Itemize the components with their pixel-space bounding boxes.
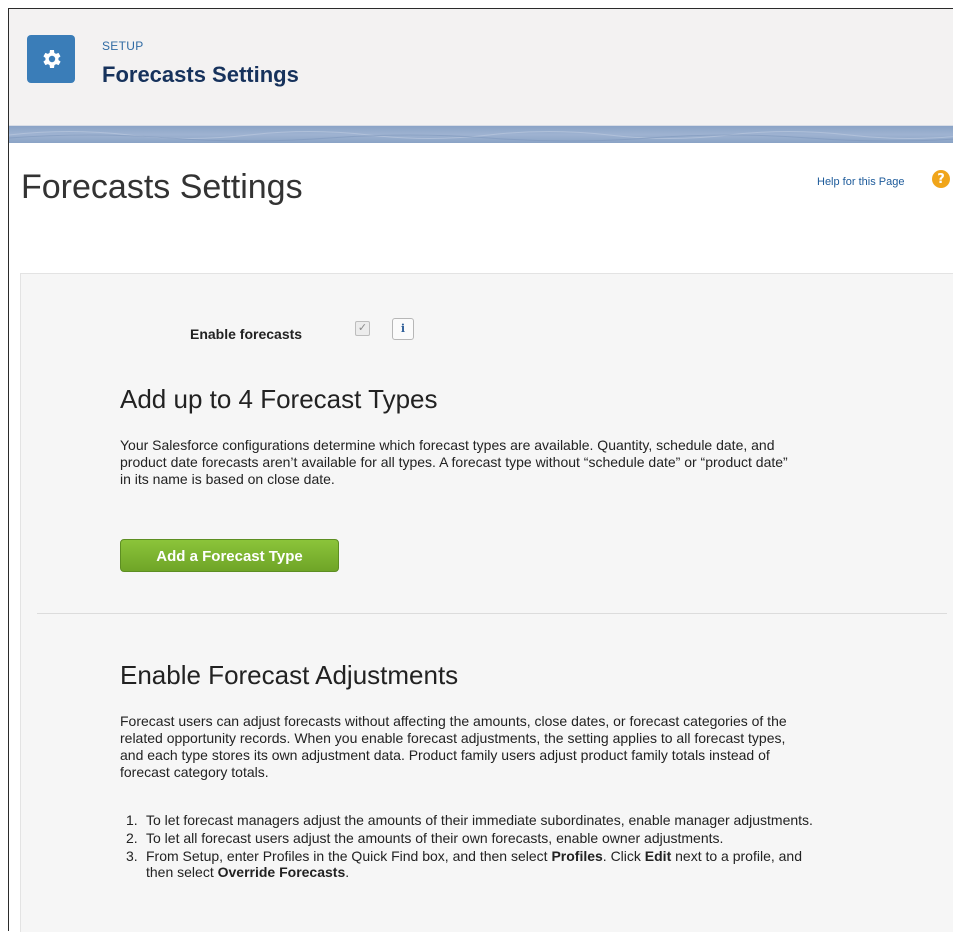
list-item: 1. To let forecast managers adjust the a… bbox=[120, 812, 816, 828]
adjustment-steps-list: 1. To let forecast managers adjust the a… bbox=[120, 812, 816, 882]
adjustments-heading: Enable Forecast Adjustments bbox=[120, 660, 459, 690]
question-icon[interactable]: ? bbox=[932, 170, 950, 188]
add-forecast-type-button[interactable]: Add a Forecast Type bbox=[120, 539, 339, 572]
window-frame-top bbox=[8, 0, 953, 9]
profiles-menu-label: Profiles bbox=[551, 848, 603, 864]
info-icon[interactable]: i bbox=[392, 318, 414, 340]
gear-icon bbox=[27, 35, 75, 83]
step-text-part: . bbox=[345, 864, 350, 880]
forecast-types-heading: Add up to 4 Forecast Types bbox=[120, 384, 438, 414]
step-number: 3. bbox=[126, 848, 138, 864]
step-number: 1. bbox=[126, 812, 138, 828]
setup-title: Forecasts Settings bbox=[102, 62, 299, 87]
setup-eyebrow: SETUP bbox=[102, 39, 144, 53]
step-text-part: . Click bbox=[602, 848, 645, 864]
forecast-types-description: Your Salesforce configurations determine… bbox=[120, 437, 788, 487]
list-item: 3. From Setup, enter Profiles in the Qui… bbox=[120, 848, 816, 880]
adjustments-description: Forecast users can adjust forecasts with… bbox=[120, 713, 787, 780]
section-divider bbox=[37, 613, 947, 614]
edit-action-label: Edit bbox=[644, 848, 672, 864]
list-item: 2. To let all forecast users adjust the … bbox=[120, 830, 816, 846]
step-text: To let forecast managers adjust the amou… bbox=[146, 812, 813, 828]
step-text-part: From Setup, enter Profiles in the Quick … bbox=[146, 848, 552, 864]
step-text: From Setup, enter Profiles in the Quick … bbox=[146, 848, 802, 880]
step-number: 2. bbox=[126, 830, 138, 846]
help-link[interactable]: Help for this Page bbox=[817, 176, 904, 188]
enable-forecasts-checkbox[interactable]: ✓ bbox=[355, 321, 370, 336]
enable-forecasts-label: Enable forecasts bbox=[190, 326, 303, 342]
override-forecasts-label: Override Forecasts bbox=[217, 864, 346, 880]
setup-header: SETUP Forecasts Settings bbox=[9, 9, 953, 126]
step-text: To let all forecast users adjust the amo… bbox=[146, 830, 724, 846]
decorative-banner bbox=[9, 126, 953, 143]
page-title: Forecasts Settings bbox=[21, 168, 303, 206]
window-frame-left bbox=[0, 0, 9, 931]
